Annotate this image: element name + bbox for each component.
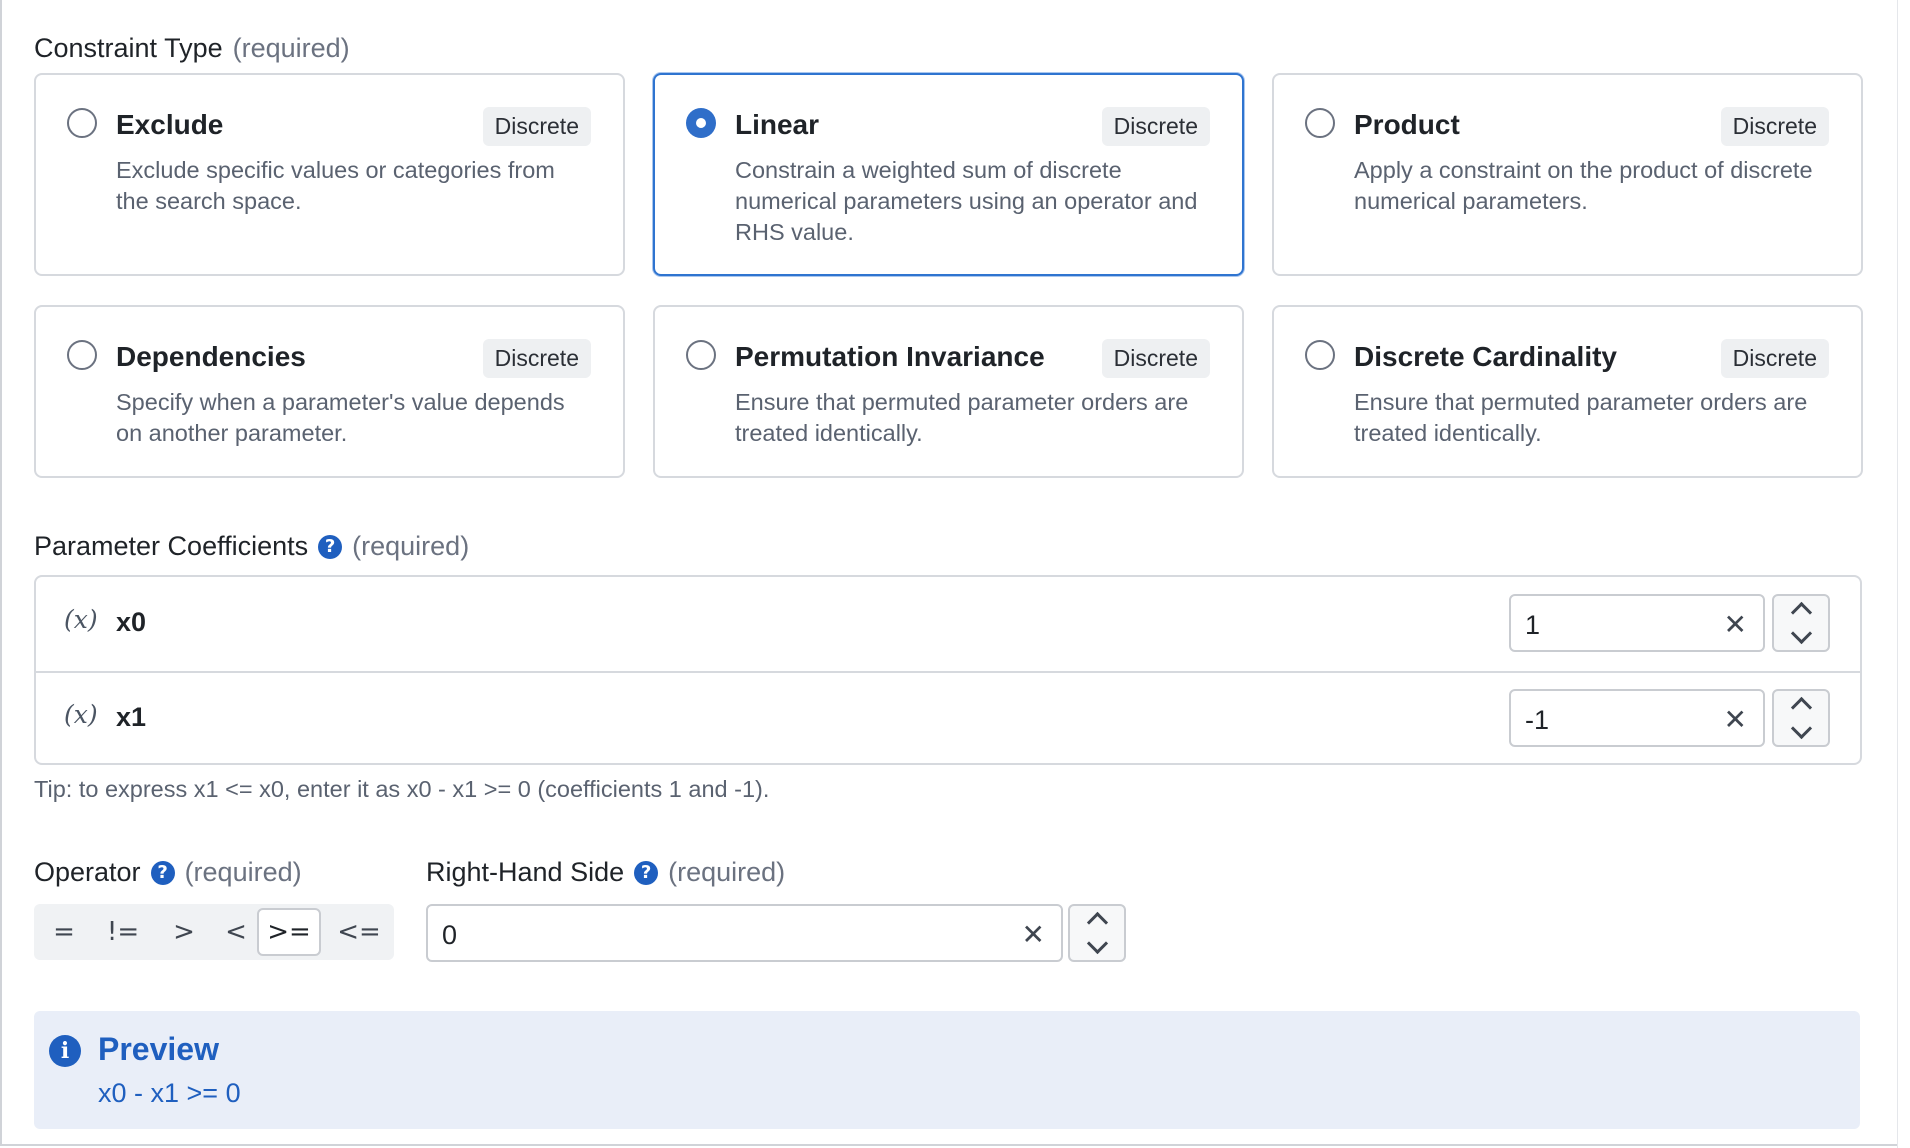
chevron-up-icon — [1790, 601, 1812, 624]
option-description: Exclude specific values or categories fr… — [116, 157, 555, 214]
rhs-label: Right-Hand Side ? (required) — [426, 857, 785, 888]
clear-icon[interactable]: ✕ — [1724, 608, 1747, 641]
radio-button-selected[interactable] — [686, 108, 716, 138]
discrete-badge: Discrete — [1720, 107, 1829, 146]
operator-greater[interactable]: > — [160, 908, 208, 956]
constraint-option-product[interactable]: Product Discrete Apply a constraint on t… — [1272, 73, 1863, 276]
operator-greater-equal[interactable]: >= — [257, 908, 321, 956]
clear-icon[interactable]: ✕ — [1022, 918, 1045, 951]
chevron-up-icon — [1790, 696, 1812, 719]
chevron-up-icon — [1086, 911, 1108, 934]
constraint-option-exclude[interactable]: Exclude Discrete Exclude specific values… — [34, 73, 625, 276]
coefficient-row-x1: (x) x1 -1 ✕ — [36, 672, 1860, 766]
constraint-option-linear[interactable]: Linear Discrete Constrain a weighted sum… — [653, 73, 1244, 276]
required-marker: (required) — [232, 33, 350, 63]
option-title: Permutation Invariance — [735, 341, 1045, 372]
coefficients-tip: Tip: to express x1 <= x0, enter it as x0… — [34, 776, 770, 802]
parameter-name: x1 — [116, 702, 147, 732]
help-icon[interactable]: ? — [318, 534, 343, 559]
radio-button[interactable] — [1305, 108, 1335, 138]
operator-less[interactable]: < — [212, 908, 260, 956]
radio-button[interactable] — [67, 108, 97, 138]
increment-button[interactable] — [1774, 596, 1828, 624]
operator-segmented-control: = != > < >= <= — [34, 904, 394, 960]
discrete-badge: Discrete — [1720, 339, 1829, 378]
decrement-button[interactable] — [1774, 622, 1828, 650]
required-marker: (required) — [352, 531, 470, 561]
radio-button[interactable] — [686, 340, 716, 370]
option-title: Dependencies — [116, 341, 306, 372]
variable-icon: (x) — [64, 605, 98, 634]
increment-button[interactable] — [1774, 691, 1828, 719]
coefficient-input-x0[interactable]: 1 ✕ — [1509, 594, 1765, 652]
decrement-button[interactable] — [1070, 932, 1124, 960]
constraint-type-label-text: Constraint Type — [34, 33, 223, 63]
help-icon[interactable]: ? — [150, 860, 175, 885]
discrete-badge: Discrete — [1101, 107, 1210, 146]
radio-button[interactable] — [1305, 340, 1335, 370]
variable-icon: (x) — [64, 700, 98, 729]
option-title: Product — [1354, 109, 1460, 140]
option-description: Constrain a weighted sum of discrete num… — [735, 157, 1198, 245]
rhs-label-text: Right-Hand Side — [426, 857, 625, 887]
parameter-coefficients-label: Parameter Coefficients ? (required) — [34, 531, 469, 562]
option-description: Ensure that permuted parameter orders ar… — [735, 389, 1189, 446]
help-icon[interactable]: ? — [634, 860, 659, 885]
radio-button[interactable] — [67, 340, 97, 370]
coefficient-stepper-x1[interactable] — [1772, 689, 1830, 747]
rhs-input[interactable]: 0 ✕ — [426, 904, 1063, 962]
preview-title: Preview — [98, 1031, 219, 1067]
coefficient-value: 1 — [1525, 610, 1541, 640]
operator-equal[interactable]: = — [42, 908, 86, 956]
coefficient-value: -1 — [1525, 705, 1550, 735]
option-title: Exclude — [116, 109, 224, 140]
parameter-name: x0 — [116, 607, 147, 637]
rhs-value: 0 — [442, 920, 458, 950]
parameter-coefficients-label-text: Parameter Coefficients — [34, 531, 309, 561]
discrete-badge: Discrete — [1101, 339, 1210, 378]
constraint-option-discrete-cardinality[interactable]: Discrete Cardinality Discrete Ensure tha… — [1272, 305, 1863, 478]
option-description: Specify when a parameter's value depends… — [116, 389, 565, 446]
coefficient-row-x0: (x) x0 1 ✕ — [36, 577, 1860, 673]
option-title: Discrete Cardinality — [1354, 341, 1617, 372]
coefficient-input-x1[interactable]: -1 ✕ — [1509, 689, 1765, 747]
option-description: Apply a constraint on the product of dis… — [1354, 157, 1813, 214]
info-icon: i — [49, 1035, 81, 1067]
rhs-stepper[interactable] — [1068, 904, 1126, 962]
option-description: Ensure that permuted parameter orders ar… — [1354, 389, 1808, 446]
coefficient-stepper-x0[interactable] — [1772, 594, 1830, 652]
clear-icon[interactable]: ✕ — [1724, 703, 1747, 736]
operator-not-equal[interactable]: != — [94, 908, 152, 956]
chevron-down-icon — [1086, 932, 1108, 955]
constraint-option-dependencies[interactable]: Dependencies Discrete Specify when a par… — [34, 305, 625, 478]
scrollbar[interactable] — [1897, 0, 1910, 1148]
operator-less-equal[interactable]: <= — [328, 908, 390, 956]
required-marker: (required) — [668, 857, 786, 887]
decrement-button[interactable] — [1774, 717, 1828, 745]
chevron-down-icon — [1790, 622, 1812, 645]
constraint-option-permutation-invariance[interactable]: Permutation Invariance Discrete Ensure t… — [653, 305, 1244, 478]
discrete-badge: Discrete — [482, 107, 591, 146]
constraint-type-label: Constraint Type (required) — [34, 33, 350, 64]
coefficients-list: (x) x0 1 ✕ (x) x1 -1 ✕ — [34, 575, 1862, 765]
operator-label-text: Operator — [34, 857, 141, 887]
option-title: Linear — [735, 109, 820, 140]
increment-button[interactable] — [1070, 906, 1124, 934]
preview-panel: i Preview x0 - x1 >= 0 — [34, 1011, 1860, 1129]
required-marker: (required) — [184, 857, 302, 887]
operator-label: Operator ? (required) — [34, 857, 302, 888]
discrete-badge: Discrete — [482, 339, 591, 378]
chevron-down-icon — [1790, 717, 1812, 740]
preview-expression: x0 - x1 >= 0 — [98, 1078, 241, 1108]
